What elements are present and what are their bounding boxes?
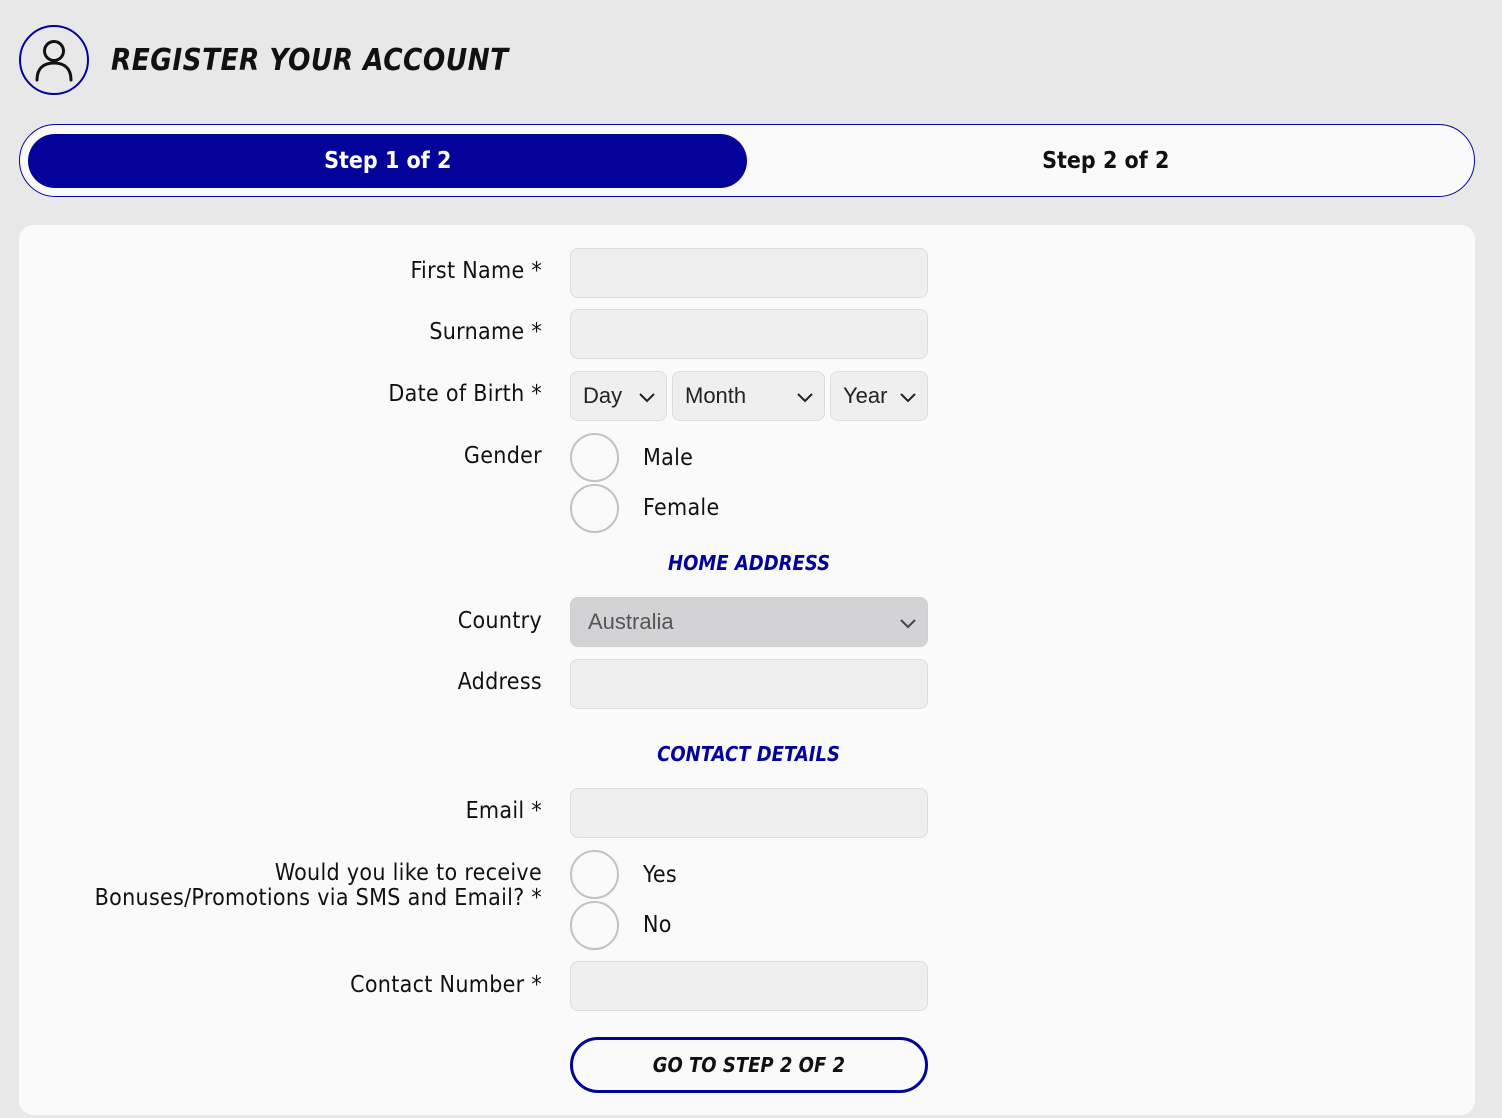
promotions-label: Would you like to receive Bonuses/Promot… (95, 861, 542, 911)
dob-label: Date of Birth * (388, 381, 542, 407)
promotions-label-line1: Would you like to receive (274, 860, 542, 886)
chevron-down-icon (900, 393, 916, 403)
dob-year-value: Year (843, 383, 888, 408)
chevron-down-icon (900, 619, 916, 629)
step-1-label: Step 1 of 2 (323, 148, 452, 174)
dob-month-value: Month (685, 383, 747, 408)
gender-female-radio[interactable] (570, 484, 619, 533)
email-input[interactable] (570, 788, 928, 838)
promotions-yes-label: Yes (643, 862, 677, 888)
surname-label: Surname * (429, 319, 542, 345)
country-label: Country (457, 608, 542, 634)
contact-number-input[interactable] (570, 961, 928, 1011)
address-label: Address (457, 669, 542, 695)
country-value: Australia (588, 609, 674, 634)
step-1-tab[interactable]: Step 1 of 2 (28, 134, 747, 188)
dob-day-select[interactable]: Day (570, 371, 667, 421)
go-to-step-2-button[interactable]: GO TO STEP 2 OF 2 (570, 1037, 928, 1093)
dob-month-select[interactable]: Month (672, 371, 825, 421)
contact-number-label: Contact Number * (350, 972, 542, 998)
first-name-input[interactable] (570, 248, 928, 298)
chevron-down-icon (797, 393, 813, 403)
gender-male-label: Male (643, 445, 694, 471)
surname-input[interactable] (570, 309, 928, 359)
dob-year-select[interactable]: Year (830, 371, 928, 421)
first-name-label: First Name * (410, 258, 542, 284)
user-icon (19, 25, 89, 95)
page-title: REGISTER YOUR ACCOUNT (111, 42, 509, 78)
promotions-no-label: No (643, 912, 672, 938)
gender-female-label: Female (643, 495, 720, 521)
home-address-heading: HOME ADDRESS (667, 551, 831, 575)
go-to-step-2-label: GO TO STEP 2 OF 2 (652, 1053, 846, 1077)
country-select[interactable]: Australia (570, 597, 928, 647)
promotions-label-line2: Bonuses/Promotions via SMS and Email? * (94, 885, 542, 911)
step-2-label: Step 2 of 2 (1042, 148, 1170, 174)
address-input[interactable] (570, 659, 928, 709)
page-header: REGISTER YOUR ACCOUNT (19, 23, 563, 97)
gender-label: Gender (463, 443, 542, 469)
chevron-down-icon (639, 393, 655, 403)
gender-male-radio[interactable] (570, 433, 619, 482)
email-label: Email * (465, 798, 542, 824)
promotions-yes-radio[interactable] (570, 850, 619, 899)
step-2-tab[interactable]: Step 2 of 2 (747, 134, 1465, 188)
contact-details-heading: CONTACT DETAILS (657, 742, 841, 766)
registration-form: First Name * Surname * Date of Birth * D… (19, 225, 1475, 1115)
step-indicator: Step 1 of 2 Step 2 of 2 (19, 124, 1475, 197)
promotions-no-radio[interactable] (570, 901, 619, 950)
dob-day-value: Day (583, 383, 623, 408)
